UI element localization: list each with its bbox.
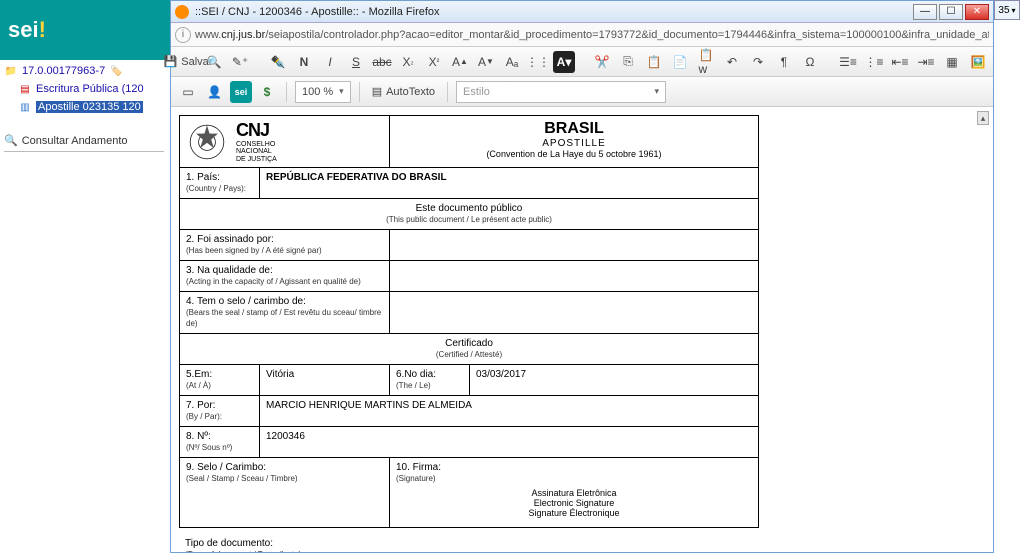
- search-icon: 🔍: [4, 134, 18, 147]
- tree-doc-apostille[interactable]: ▥ Apostille 023135 120: [4, 98, 164, 116]
- value-por: MARCIO HENRIQUE MARTINS DE ALMEIDA: [260, 396, 759, 427]
- value-numero: 1200346: [260, 427, 759, 458]
- value-qualidade: [390, 261, 759, 292]
- bold-button[interactable]: N: [293, 51, 315, 73]
- case-button[interactable]: Aₐ: [501, 51, 523, 73]
- preview-button[interactable]: ▭: [177, 81, 199, 103]
- value-assinado: [390, 230, 759, 261]
- cnj-sub: CONSELHONACIONALDE JUSTIÇA: [236, 141, 277, 163]
- save-icon: 💾: [164, 55, 178, 68]
- superscript-button[interactable]: X²: [423, 51, 445, 73]
- strike-button[interactable]: abc: [371, 51, 393, 73]
- copy-format-button[interactable]: ✎⁺: [229, 51, 251, 73]
- indent-button[interactable]: ⇥≡: [915, 51, 937, 73]
- sei-header: sei!: [0, 0, 170, 60]
- apostille-country: BRASIL: [396, 120, 752, 138]
- scroll-up-icon[interactable]: ▴: [977, 111, 989, 125]
- window-title: ::SEI / CNJ - 1200346 - Apostille:: - Mo…: [195, 6, 913, 18]
- label-nodia: 6.No dia:: [396, 369, 436, 380]
- remove-format-button[interactable]: ⋮⋮: [527, 51, 549, 73]
- style-select[interactable]: Estilo▾: [456, 81, 666, 103]
- paste-text-button[interactable]: 📄: [669, 51, 691, 73]
- label-selo: 4. Tem o selo / carimbo de:: [186, 296, 306, 307]
- process-number[interactable]: 17.0.00177963-7: [22, 65, 105, 77]
- document-icon: ▥: [18, 100, 32, 114]
- zoom-select[interactable]: 100 %▾: [295, 81, 351, 103]
- italic-button[interactable]: I: [319, 51, 341, 73]
- editor-toolbar-1: 💾 Salvar 🔍 ✎⁺ ✒️ N I S abc X₂ X² A▲ A▼ A…: [171, 47, 993, 77]
- cut-button[interactable]: ✂️: [591, 51, 613, 73]
- redo-button[interactable]: ↷: [747, 51, 769, 73]
- apostille-table: CNJ CONSELHONACIONALDE JUSTIÇA BRASIL AP…: [179, 115, 759, 528]
- value-nodia: 03/03/2017: [470, 365, 759, 396]
- label-em: 5.Em:: [186, 369, 212, 380]
- show-blocks-button[interactable]: ¶: [773, 51, 795, 73]
- folder-icon: 📁: [4, 64, 18, 78]
- consultar-andamento-link[interactable]: 🔍 Consultar Andamento: [4, 134, 164, 152]
- label-numero: 8. Nº:: [186, 431, 211, 442]
- label-por: 7. Por:: [186, 400, 215, 411]
- value-selo: [390, 292, 759, 334]
- label-carimbo: 9. Selo / Carimbo:: [186, 462, 266, 473]
- side-badge[interactable]: 35▾: [994, 0, 1020, 20]
- bullet-list-button[interactable]: ⋮≡: [863, 51, 885, 73]
- special-char-button[interactable]: Ω: [799, 51, 821, 73]
- undo-button[interactable]: ↶: [721, 51, 743, 73]
- search-button[interactable]: 🔍: [203, 51, 225, 73]
- tree-doc-escritura[interactable]: ▤ Escritura Pública (120: [4, 80, 164, 98]
- numbered-list-button[interactable]: ☰≡: [837, 51, 859, 73]
- sig-en: Electronic Signature: [396, 498, 752, 508]
- save-button[interactable]: 💾 Salvar: [177, 51, 199, 73]
- firefox-window: ::SEI / CNJ - 1200346 - Apostille:: - Mo…: [170, 0, 994, 553]
- editor-content[interactable]: ▴ CNJ CONSELHONACIONALDE JUSTIÇA: [171, 107, 993, 552]
- font-shrink-button[interactable]: A▼: [475, 51, 497, 73]
- close-button[interactable]: ✕: [965, 4, 989, 20]
- paste-word-button[interactable]: 📋w: [695, 51, 717, 73]
- text-color-button[interactable]: A▾: [553, 51, 575, 73]
- apostille-heading: APOSTILLE: [396, 138, 752, 149]
- url-text: www.cnj.jus.br/seiapostila/controlador.p…: [195, 29, 989, 41]
- label-assinado: 2. Foi assinado por:: [186, 234, 274, 245]
- label-qualidade: 3. Na qualidade de:: [186, 265, 273, 276]
- value-em: Vitória: [260, 365, 390, 396]
- pdf-icon: ▤: [18, 82, 32, 96]
- autotexto-button[interactable]: ▤ AutoTexto: [368, 81, 439, 103]
- currency-button[interactable]: $: [256, 81, 278, 103]
- below-table: Tipo de documento: (Type of document / T…: [179, 538, 975, 552]
- address-bar[interactable]: i www.cnj.jus.br/seiapostila/controlador…: [171, 23, 993, 47]
- outdent-button[interactable]: ⇤≡: [889, 51, 911, 73]
- label-pais: 1. País:: [186, 172, 220, 183]
- cert-heading: Certificado: [445, 338, 493, 349]
- image-button[interactable]: 🖼️: [967, 51, 989, 73]
- maximize-button[interactable]: ☐: [939, 4, 963, 20]
- sei-logo: sei!: [8, 17, 46, 43]
- document-tree: 📁 17.0.00177963-7 🏷️ ▤ Escritura Pública…: [4, 62, 164, 152]
- firefox-icon: [175, 5, 189, 19]
- sign-button[interactable]: ✒️: [267, 51, 289, 73]
- label-firma: 10. Firma:: [396, 462, 441, 473]
- sig-pt: Assinatura Eletrônica: [396, 488, 752, 498]
- value-pais: REPÚBLICA FEDERATIVA DO BRASIL: [260, 168, 759, 199]
- tree-process[interactable]: 📁 17.0.00177963-7 🏷️: [4, 62, 164, 80]
- table-button[interactable]: ▦: [941, 51, 963, 73]
- apostille-convention: (Convention de La Haye du 5 octobre 1961…: [396, 149, 752, 159]
- sig-fr: Signature Électronique: [396, 508, 752, 518]
- font-grow-button[interactable]: A▲: [449, 51, 471, 73]
- info-icon[interactable]: i: [175, 27, 191, 43]
- cnj-logo: CNJ: [236, 120, 277, 141]
- protocol-button[interactable]: 👤: [203, 81, 226, 103]
- underline-button[interactable]: S: [345, 51, 367, 73]
- flag-icon: 🏷️: [109, 64, 123, 78]
- editor-toolbar-2: ▭ 👤 sei $ 100 %▾ ▤ AutoTexto Estilo▾: [171, 77, 993, 107]
- label-tipo-doc: Tipo de documento:: [185, 538, 273, 549]
- coat-of-arms-icon: [186, 121, 228, 163]
- autotext-icon: ▤: [372, 85, 382, 98]
- sei-ref-button[interactable]: sei: [230, 81, 252, 103]
- subscript-button[interactable]: X₂: [397, 51, 419, 73]
- doc-publico: Este documento público: [416, 203, 523, 214]
- minimize-button[interactable]: —: [913, 4, 937, 20]
- titlebar: ::SEI / CNJ - 1200346 - Apostille:: - Mo…: [171, 1, 993, 23]
- copy-button[interactable]: ⎘: [617, 51, 639, 73]
- paste-button[interactable]: 📋: [643, 51, 665, 73]
